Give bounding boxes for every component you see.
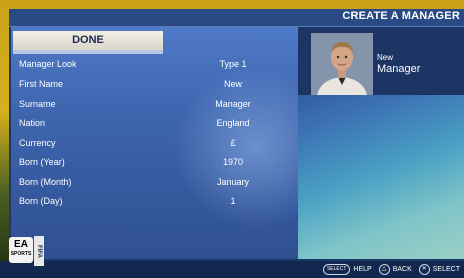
row-value: New bbox=[223, 79, 242, 89]
row-value: 1 bbox=[230, 196, 236, 206]
manager-first-name: New bbox=[377, 53, 394, 62]
ea-sports-logo: EA SPORTS bbox=[9, 237, 33, 263]
manager-caption: New Manager bbox=[377, 53, 420, 76]
page-title: CREATE A MANAGER bbox=[342, 10, 460, 22]
row-label: Born (Year) bbox=[19, 157, 65, 167]
row-nation[interactable]: Nation England bbox=[19, 118, 299, 134]
done-button-underline bbox=[13, 50, 163, 54]
row-surname[interactable]: Surname Manager bbox=[19, 99, 299, 115]
row-currency[interactable]: Currency £ bbox=[19, 138, 299, 154]
manager-portrait bbox=[311, 33, 373, 95]
select-hint-label[interactable]: SELECT bbox=[433, 266, 460, 273]
ea-logo-text: EA bbox=[14, 239, 28, 250]
help-hint-label[interactable]: HELP bbox=[353, 266, 371, 273]
cross-button-icon: ✕ bbox=[418, 264, 430, 275]
button-hints: SELECT HELP △ BACK ✕ SELECT bbox=[322, 263, 460, 276]
row-label: Manager Look bbox=[19, 59, 77, 69]
row-born-day[interactable]: Born (Day) 1 bbox=[19, 196, 299, 212]
row-label: First Name bbox=[19, 79, 64, 89]
left-frame-stripe bbox=[0, 0, 9, 278]
row-value: England bbox=[216, 118, 250, 128]
row-label: Born (Day) bbox=[19, 196, 63, 206]
row-value: Type 1 bbox=[219, 59, 247, 69]
row-value: 1970 bbox=[222, 157, 244, 167]
row-born-month[interactable]: Born (Month) January bbox=[19, 177, 299, 193]
bottom-bar: SELECT HELP △ BACK ✕ SELECT bbox=[0, 261, 464, 278]
ea-logo-subtext: SPORTS bbox=[10, 251, 32, 257]
row-label: Surname bbox=[19, 99, 56, 109]
manager-surname: Manager bbox=[377, 63, 421, 75]
title-bar: CREATE A MANAGER bbox=[9, 9, 464, 27]
row-label: Nation bbox=[19, 118, 46, 128]
row-first-name[interactable]: First Name New bbox=[19, 79, 299, 95]
row-value: £ bbox=[230, 138, 236, 148]
back-hint-label[interactable]: BACK bbox=[393, 266, 412, 273]
row-value: Manager bbox=[215, 99, 251, 109]
fifa-logo: FIFA bbox=[34, 236, 44, 266]
select-button-icon: SELECT bbox=[322, 264, 351, 275]
row-manager-look[interactable]: Manager Look Type 1 bbox=[19, 59, 299, 75]
row-born-year[interactable]: Born (Year) 1970 bbox=[19, 157, 299, 173]
row-value: January bbox=[216, 177, 250, 187]
row-label: Currency bbox=[19, 138, 56, 148]
triangle-button-icon: △ bbox=[378, 264, 390, 275]
done-button[interactable]: DONE bbox=[13, 31, 163, 50]
row-label: Born (Month) bbox=[19, 177, 72, 187]
